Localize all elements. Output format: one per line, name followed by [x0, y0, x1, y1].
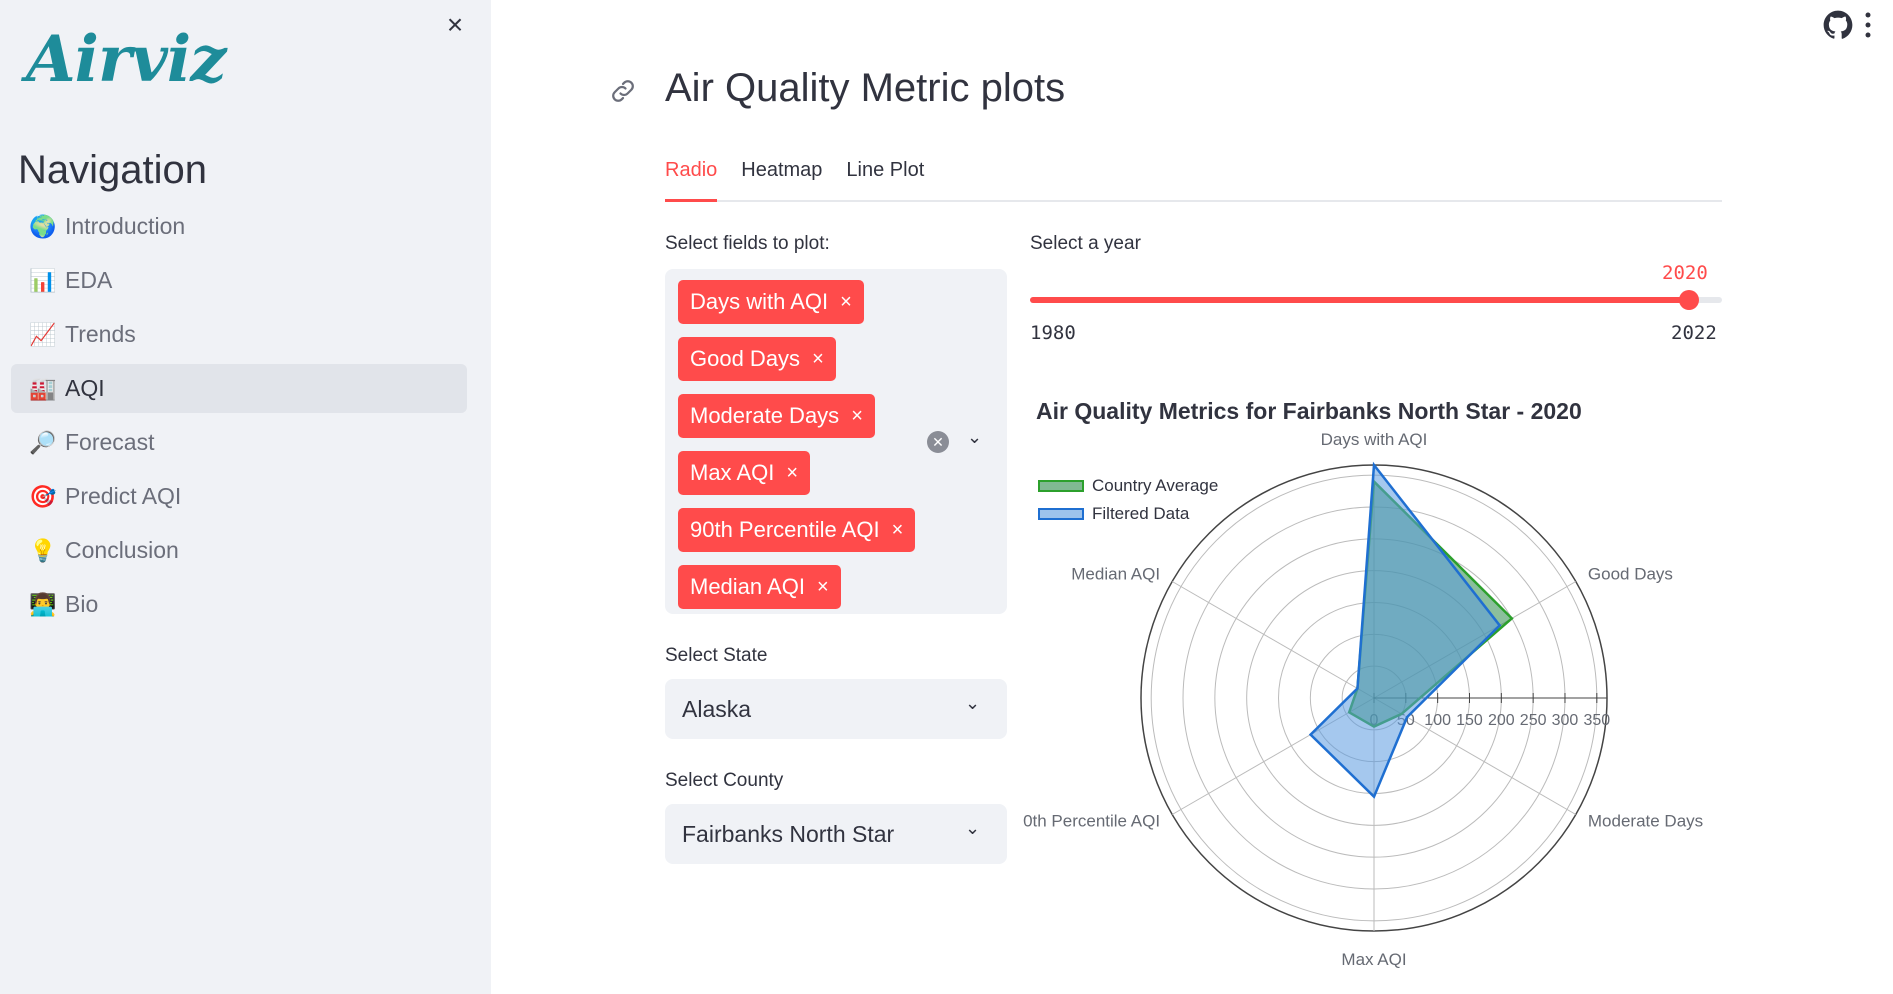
axis-label: Moderate Days: [1588, 811, 1703, 830]
legend-label: Filtered Data: [1092, 504, 1190, 523]
sidebar-item-conclusion[interactable]: 💡 Conclusion: [11, 526, 467, 575]
radial-tick-label: 350: [1583, 712, 1610, 729]
chip-label: 90th Percentile AQI: [690, 517, 880, 542]
legend-label: Country Average: [1092, 476, 1218, 495]
nav-item-label: Conclusion: [65, 537, 179, 563]
sidebar-item-trends[interactable]: 📈 Trends: [11, 310, 467, 359]
nav-item-label: Introduction: [65, 213, 186, 239]
nav-item-label: Bio: [65, 591, 99, 617]
axis-label: Median AQI: [1071, 565, 1160, 584]
nav-item-label: EDA: [65, 267, 113, 293]
legend-swatch: [1038, 508, 1084, 520]
radial-tick-label: 200: [1488, 712, 1515, 729]
remove-chip-icon[interactable]: ×: [892, 519, 904, 542]
selected-field-chip: Days with AQI ×: [678, 280, 864, 324]
nav-item-icon: 📊: [29, 267, 57, 293]
chip-label: Max AQI: [690, 460, 775, 485]
nav-item-label: Predict AQI: [65, 483, 182, 509]
nav-item-icon: 👨‍💻: [29, 591, 57, 617]
nav-list: 🌍 Introduction 📊 EDA 📈 Trends 🏭 AQI 🔎 Forecast 🎯 Pr…: [11, 202, 467, 634]
series-area-filtered-data: [1308, 461, 1502, 799]
state-label: Select State: [665, 645, 768, 666]
sidebar-item-aqi[interactable]: 🏭 AQI: [11, 364, 467, 413]
nav-item-label: AQI: [65, 375, 105, 401]
fields-label: Select fields to plot:: [665, 233, 830, 254]
radial-tick-label: 100: [1424, 712, 1451, 729]
state-select-value: Alaska: [682, 695, 752, 722]
remove-chip-icon[interactable]: ×: [786, 462, 798, 485]
radar-chart: Days with AQI Good Days Moderate Days Max A…: [1023, 430, 1703, 969]
nav-item-icon: 🌍: [29, 213, 57, 239]
nav-item-label: Forecast: [65, 429, 155, 455]
nav-item-icon: 🔎: [29, 429, 57, 455]
legend-swatch: [1038, 480, 1084, 492]
app-logo: Airviz: [26, 22, 227, 97]
chip-label: Moderate Days: [690, 403, 840, 428]
chip-label: Median AQI: [690, 574, 805, 599]
sidebar-item-eda[interactable]: 📊 EDA: [11, 256, 467, 305]
sidebar-item-forecast[interactable]: 🔎 Forecast: [11, 418, 467, 467]
tab-line-plot[interactable]: Line Plot: [846, 156, 924, 202]
chevron-down-icon[interactable]: ⌄: [967, 427, 982, 448]
axis-label: Good Days: [1588, 565, 1673, 584]
axis-label: 0th Percentile AQI: [1023, 811, 1160, 830]
radial-spoke: [1171, 581, 1375, 699]
nav-item-icon: 🏭: [29, 375, 57, 401]
sidebar: Airviz × Navigation 🌍 Introduction 📊 EDA 📈 Tr…: [0, 0, 491, 994]
clear-all-icon[interactable]: ✕: [927, 431, 949, 453]
fields-multiselect[interactable]: ✕ ⌄ Days with AQI × Good Days × Moderate Day…: [665, 269, 1007, 614]
close-sidebar-button[interactable]: ×: [440, 10, 470, 40]
axis-label: Days with AQI: [1321, 430, 1428, 449]
remove-chip-icon[interactable]: ×: [851, 405, 863, 428]
tab-heatmap[interactable]: Heatmap: [741, 156, 822, 202]
sidebar-item-bio[interactable]: 👨‍💻 Bio: [11, 580, 467, 629]
link-icon[interactable]: [608, 76, 638, 106]
chevron-down-icon: ⌄: [965, 693, 981, 713]
chip-label: Good Days: [690, 346, 801, 371]
remove-chip-icon[interactable]: ×: [817, 576, 829, 599]
radial-tick-label: 250: [1520, 712, 1547, 729]
selected-field-chip: 90th Percentile AQI ×: [678, 508, 916, 552]
radial-tick-label: 150: [1456, 712, 1483, 729]
county-select-value: Fairbanks North Star: [682, 820, 895, 847]
chevron-down-icon: ⌄: [965, 818, 981, 838]
chip-label: Days with AQI: [690, 289, 829, 314]
selected-field-chip: Max AQI ×: [678, 451, 811, 495]
axis-label: Max AQI: [1341, 950, 1406, 969]
radial-tick-label: 300: [1552, 712, 1579, 729]
state-select[interactable]: Alaska ⌄: [665, 679, 1007, 739]
selected-field-chip: Moderate Days ×: [678, 394, 875, 438]
nav-item-icon: 🎯: [29, 483, 57, 509]
nav-item-icon: 📈: [29, 321, 57, 347]
tab-radio[interactable]: Radio: [665, 156, 718, 202]
nav-item-label: Trends: [65, 321, 136, 347]
nav-item-icon: 💡: [29, 537, 57, 563]
county-select[interactable]: Fairbanks North Star ⌄: [665, 804, 1007, 864]
remove-chip-icon[interactable]: ×: [840, 291, 852, 314]
county-label: Select County: [665, 770, 784, 791]
sidebar-item-introduction[interactable]: 🌍 Introduction: [11, 202, 467, 251]
selected-field-chip: Median AQI ×: [678, 565, 841, 609]
selected-field-chip: Good Days ×: [678, 337, 836, 381]
nav-title: Navigation: [18, 148, 208, 192]
sidebar-item-predict-aqi[interactable]: 🎯 Predict AQI: [11, 472, 467, 521]
remove-chip-icon[interactable]: ×: [812, 348, 824, 371]
